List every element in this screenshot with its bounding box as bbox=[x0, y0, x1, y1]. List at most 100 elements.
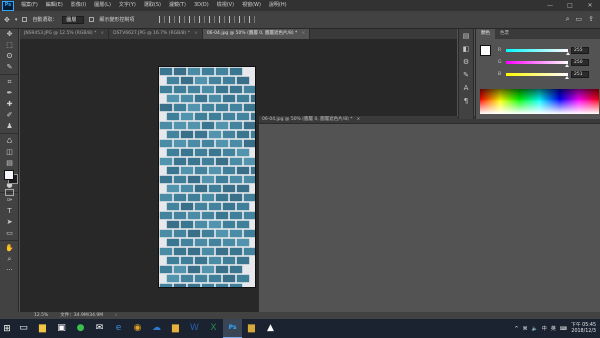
align-left-icon[interactable] bbox=[159, 16, 166, 23]
chevron-down-icon[interactable]: ▾ bbox=[15, 17, 18, 23]
distribute-4-icon[interactable] bbox=[249, 16, 256, 23]
menu-item[interactable]: 3D(D) bbox=[191, 0, 212, 11]
healing-icon[interactable]: ✚ bbox=[0, 99, 19, 110]
tab-close-icon[interactable]: × bbox=[301, 29, 305, 39]
more-icon[interactable]: ··· bbox=[0, 265, 19, 276]
pen-icon[interactable]: ✑ bbox=[0, 195, 19, 206]
distribute-3-icon[interactable] bbox=[239, 16, 246, 23]
tab-color[interactable]: 顏色 bbox=[476, 29, 495, 39]
brush-settings-icon[interactable]: ✎ bbox=[459, 68, 473, 81]
channel-slider[interactable] bbox=[506, 60, 569, 67]
floating-document-window[interactable]: 06-04.jpg @ 50% (圖層 0, 圖層遮色片/8) * × bbox=[258, 116, 600, 312]
eyedropper-icon[interactable]: ✒ bbox=[0, 88, 19, 99]
eraser-icon[interactable]: ◫ bbox=[0, 147, 19, 158]
ime-english-icon[interactable]: 英 bbox=[551, 325, 556, 332]
lasso-icon[interactable]: ʘ bbox=[0, 51, 19, 62]
slider-thumb-icon[interactable] bbox=[565, 75, 569, 79]
align-center-icon[interactable] bbox=[169, 16, 176, 23]
path-select-icon[interactable]: ➤ bbox=[0, 217, 19, 228]
tab-close-icon[interactable]: × bbox=[100, 29, 104, 39]
properties-panel-icon[interactable]: ◧ bbox=[459, 42, 473, 55]
align-top-icon[interactable] bbox=[189, 16, 196, 23]
menu-item[interactable]: 視窗(W) bbox=[239, 0, 264, 11]
edge-icon[interactable]: e bbox=[109, 319, 128, 338]
auto-select-checkbox[interactable] bbox=[22, 17, 28, 22]
tab-swatches[interactable]: 色票 bbox=[495, 29, 514, 39]
quick-mask-icon[interactable] bbox=[5, 189, 14, 196]
onedrive-icon[interactable]: ☁ bbox=[147, 319, 166, 338]
zoom-icon[interactable]: ⌕ bbox=[0, 254, 19, 265]
menu-item[interactable]: 檢視(V) bbox=[214, 0, 237, 11]
menu-item[interactable]: 說明(H) bbox=[266, 0, 290, 11]
marquee-icon[interactable]: ⬚ bbox=[0, 40, 19, 51]
move-icon[interactable]: ✥ bbox=[0, 29, 19, 40]
history-brush-icon[interactable]: ♺ bbox=[0, 136, 19, 147]
document-image[interactable] bbox=[158, 66, 256, 288]
photoshop-icon[interactable]: Ps bbox=[223, 319, 242, 338]
type-icon[interactable]: T bbox=[0, 206, 19, 217]
minimize-button[interactable]: — bbox=[540, 0, 560, 11]
channel-value-input[interactable]: 255 bbox=[571, 46, 589, 54]
network-icon[interactable]: ⌘ bbox=[523, 326, 528, 332]
folder-icon[interactable]: ▆ bbox=[166, 319, 185, 338]
keyboard-icon[interactable]: ⌨ bbox=[560, 326, 567, 332]
search-icon[interactable]: ⌕ bbox=[566, 15, 570, 24]
excel-icon[interactable]: X bbox=[204, 319, 223, 338]
zoom-level[interactable]: 12.5% bbox=[34, 312, 48, 319]
floating-window-close-icon[interactable]: × bbox=[357, 116, 361, 123]
shape-icon[interactable]: ▭ bbox=[0, 228, 19, 239]
distribute-icon[interactable] bbox=[219, 16, 226, 23]
menu-item[interactable]: 選取(S) bbox=[141, 0, 164, 11]
distribute-2-icon[interactable] bbox=[229, 16, 236, 23]
character-panel-icon[interactable]: A bbox=[459, 81, 473, 94]
store-icon[interactable]: ▣ bbox=[52, 319, 71, 338]
adjustments-panel-icon[interactable]: ⚙ bbox=[459, 55, 473, 68]
tray-up-icon[interactable]: ^ bbox=[514, 326, 518, 332]
hand-icon[interactable]: ✋ bbox=[0, 243, 19, 254]
tab-close-icon[interactable]: × bbox=[194, 29, 198, 39]
foreground-color-preview[interactable] bbox=[480, 45, 491, 56]
menu-item[interactable]: 編輯(E) bbox=[43, 0, 66, 11]
menu-item[interactable]: 圖層(L) bbox=[91, 0, 114, 11]
chrome-icon[interactable]: ◉ bbox=[128, 319, 147, 338]
slider-thumb-icon[interactable] bbox=[564, 63, 569, 67]
slider-thumb-icon[interactable] bbox=[566, 51, 570, 55]
maximize-button[interactable]: □ bbox=[560, 0, 580, 11]
menu-item[interactable]: 濾鏡(T) bbox=[166, 0, 189, 11]
auto-select-dropdown[interactable]: 圖層 bbox=[62, 15, 85, 24]
color-spectrum[interactable] bbox=[480, 89, 599, 114]
file-explorer-icon[interactable]: ▆ bbox=[33, 319, 52, 338]
workspace-icon[interactable]: ▭ bbox=[576, 15, 583, 24]
start-button[interactable]: ⊞ bbox=[0, 319, 14, 338]
word-icon[interactable]: W bbox=[185, 319, 204, 338]
channel-slider[interactable] bbox=[506, 48, 570, 55]
clock[interactable]: 下午 05:45 2018/12/3 bbox=[571, 323, 596, 335]
share-icon[interactable]: ⇪ bbox=[588, 15, 594, 24]
taskview-icon[interactable]: ▭ bbox=[14, 319, 33, 338]
close-button[interactable]: ✕ bbox=[580, 0, 600, 11]
transform-controls-checkbox[interactable] bbox=[89, 17, 95, 22]
document-tab[interactable]: DSTV6627.JPG @ 16.7% (RGB/8) * × bbox=[109, 29, 203, 39]
channel-slider[interactable] bbox=[506, 72, 569, 79]
align-bottom-icon[interactable] bbox=[209, 16, 216, 23]
menu-item[interactable]: 影像(I) bbox=[68, 0, 89, 11]
history-panel-icon[interactable]: ▤ bbox=[459, 29, 473, 42]
explorer2-icon[interactable]: ▆ bbox=[242, 319, 261, 338]
line-icon[interactable]: ● bbox=[71, 319, 90, 338]
ime-chinese-icon[interactable]: 中 bbox=[542, 325, 547, 332]
channel-value-input[interactable]: 251 bbox=[571, 70, 589, 78]
paragraph-panel-icon[interactable]: ¶ bbox=[459, 94, 473, 107]
status-arrow-icon[interactable]: › bbox=[115, 312, 117, 319]
photos-icon[interactable]: ▲ bbox=[261, 319, 280, 338]
mail-icon[interactable]: ✉ bbox=[90, 319, 109, 338]
menu-item[interactable]: 檔案(F) bbox=[18, 0, 41, 11]
document-tab[interactable]: JNS9453.JPG @ 12.5% (RGB/8) * × bbox=[20, 29, 110, 39]
menu-item[interactable]: 文字(Y) bbox=[116, 0, 139, 11]
move-tool-preset-icon[interactable]: ✥ bbox=[4, 16, 10, 24]
foreground-color-swatch[interactable] bbox=[4, 170, 14, 180]
volume-icon[interactable]: 🔈 bbox=[532, 326, 538, 332]
brush-icon[interactable]: ✐ bbox=[0, 110, 19, 121]
gradient-icon[interactable]: ▤ bbox=[0, 158, 19, 169]
crop-icon[interactable]: ⌗ bbox=[0, 77, 19, 88]
stamp-icon[interactable]: ♟ bbox=[0, 121, 19, 132]
